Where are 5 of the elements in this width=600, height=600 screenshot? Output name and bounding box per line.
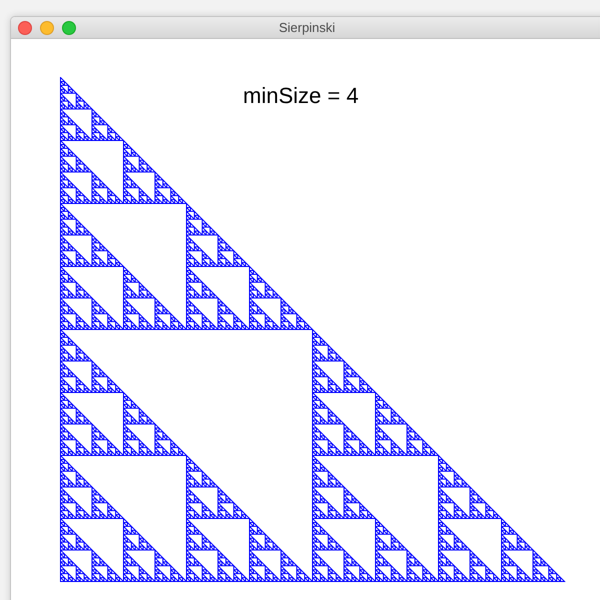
zoom-button[interactable] [62,20,76,34]
min-size-label: minSize = 4 [243,83,359,109]
window-title: Sierpinski [278,20,336,35]
close-button[interactable] [18,20,32,34]
minimize-button[interactable] [40,20,54,34]
